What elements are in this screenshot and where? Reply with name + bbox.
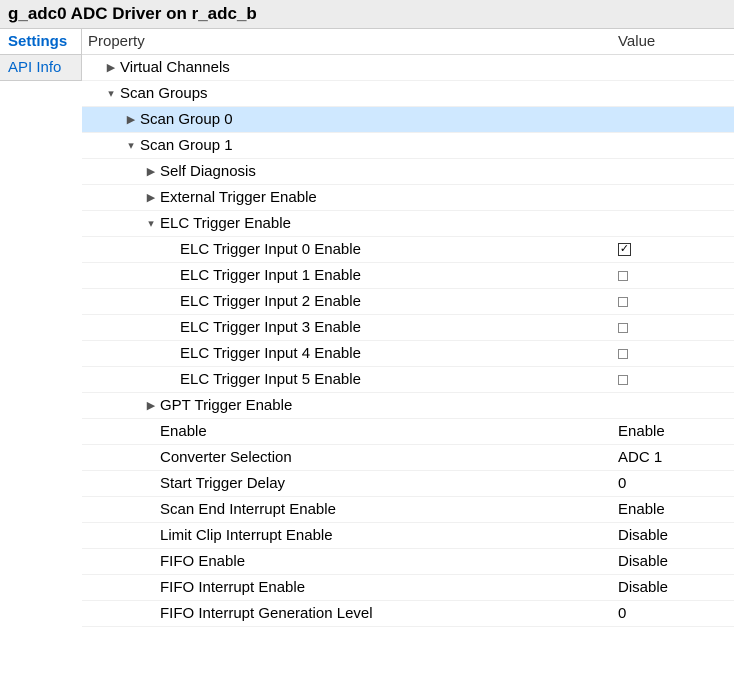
checkbox-unchecked-icon[interactable] [618, 349, 628, 359]
value-cell[interactable]: Disable [614, 527, 734, 544]
value-cell[interactable]: 0 [614, 475, 734, 492]
tree-label: Scan End Interrupt Enable [160, 501, 336, 518]
tree-label: GPT Trigger Enable [160, 397, 292, 414]
spacer: ▶ [164, 243, 178, 256]
spacer: ▶ [164, 295, 178, 308]
property-grid: Property Value ▶Virtual Channels ▾Scan G… [82, 29, 734, 627]
tree-label: Virtual Channels [120, 59, 230, 76]
tree-row-scan-groups[interactable]: ▾Scan Groups [82, 81, 734, 107]
column-header-property[interactable]: Property [82, 33, 614, 50]
chevron-down-icon[interactable]: ▾ [144, 217, 158, 230]
tree-label: ELC Trigger Enable [160, 215, 291, 232]
value-cell[interactable]: Disable [614, 553, 734, 570]
main-area: Settings API Info Property Value ▶Virtua… [0, 29, 734, 627]
chevron-right-icon[interactable]: ▶ [104, 61, 118, 74]
tree-row-scan-group-0[interactable]: ▶Scan Group 0 [82, 107, 734, 133]
sidebar: Settings API Info [0, 29, 82, 81]
tree-label: FIFO Enable [160, 553, 245, 570]
spacer: ▶ [144, 477, 158, 490]
tree-row-limit-clip-interrupt[interactable]: ▶Limit Clip Interrupt Enable Disable [82, 523, 734, 549]
tree-row-virtual-channels[interactable]: ▶Virtual Channels [82, 55, 734, 81]
tree-label: ELC Trigger Input 1 Enable [180, 267, 361, 284]
tree-label: ELC Trigger Input 5 Enable [180, 371, 361, 388]
chevron-right-icon[interactable]: ▶ [144, 191, 158, 204]
column-header-value[interactable]: Value [614, 33, 734, 50]
tree-label: Enable [160, 423, 207, 440]
tree-label: Start Trigger Delay [160, 475, 285, 492]
tree-row-fifo-interrupt-level[interactable]: ▶FIFO Interrupt Generation Level 0 [82, 601, 734, 627]
tree-row-elc-input-2[interactable]: ▶ELC Trigger Input 2 Enable [82, 289, 734, 315]
spacer: ▶ [164, 373, 178, 386]
tree-label: FIFO Interrupt Enable [160, 579, 305, 596]
tree-row-scan-end-interrupt[interactable]: ▶Scan End Interrupt Enable Enable [82, 497, 734, 523]
checkbox-unchecked-icon[interactable] [618, 297, 628, 307]
tree-label: Converter Selection [160, 449, 292, 466]
spacer: ▶ [164, 269, 178, 282]
tree-row-converter-selection[interactable]: ▶Converter Selection ADC 1 [82, 445, 734, 471]
value-cell[interactable]: Enable [614, 423, 734, 440]
spacer: ▶ [164, 347, 178, 360]
value-cell[interactable]: ADC 1 [614, 449, 734, 466]
tree-row-elc-input-5[interactable]: ▶ELC Trigger Input 5 Enable [82, 367, 734, 393]
tree-row-scan-group-1[interactable]: ▾Scan Group 1 [82, 133, 734, 159]
chevron-right-icon[interactable]: ▶ [144, 399, 158, 412]
tree-label: Scan Groups [120, 85, 208, 102]
spacer: ▶ [144, 555, 158, 568]
tree-row-elc-input-3[interactable]: ▶ELC Trigger Input 3 Enable [82, 315, 734, 341]
tree-row-gpt-trigger-enable[interactable]: ▶GPT Trigger Enable [82, 393, 734, 419]
spacer: ▶ [144, 503, 158, 516]
checkbox-unchecked-icon[interactable] [618, 271, 628, 281]
chevron-right-icon[interactable]: ▶ [144, 165, 158, 178]
tab-settings[interactable]: Settings [0, 29, 81, 55]
tree-label: Scan Group 1 [140, 137, 233, 154]
tree-label: ELC Trigger Input 2 Enable [180, 293, 361, 310]
tree-row-elc-input-0[interactable]: ▶ELC Trigger Input 0 Enable ✓ [82, 237, 734, 263]
tree-label: ELC Trigger Input 3 Enable [180, 319, 361, 336]
spacer: ▶ [144, 425, 158, 438]
tree-row-external-trigger-enable[interactable]: ▶External Trigger Enable [82, 185, 734, 211]
value-cell[interactable]: Enable [614, 501, 734, 518]
spacer: ▶ [144, 451, 158, 464]
tree-label: ELC Trigger Input 0 Enable [180, 241, 361, 258]
chevron-right-icon[interactable]: ▶ [124, 113, 138, 126]
value-cell[interactable]: Disable [614, 579, 734, 596]
tree-row-fifo-enable[interactable]: ▶FIFO Enable Disable [82, 549, 734, 575]
chevron-down-icon[interactable]: ▾ [124, 139, 138, 152]
tree-row-elc-trigger-enable[interactable]: ▾ELC Trigger Enable [82, 211, 734, 237]
tree-row-elc-input-4[interactable]: ▶ELC Trigger Input 4 Enable [82, 341, 734, 367]
tree-label: ELC Trigger Input 4 Enable [180, 345, 361, 362]
tab-api-info[interactable]: API Info [0, 55, 81, 81]
tree-row-enable[interactable]: ▶Enable Enable [82, 419, 734, 445]
tree-label: Limit Clip Interrupt Enable [160, 527, 333, 544]
tree-row-elc-input-1[interactable]: ▶ELC Trigger Input 1 Enable [82, 263, 734, 289]
spacer: ▶ [144, 581, 158, 594]
tree-label: Scan Group 0 [140, 111, 233, 128]
spacer: ▶ [144, 529, 158, 542]
spacer: ▶ [144, 607, 158, 620]
checkbox-unchecked-icon[interactable] [618, 323, 628, 333]
tree-label: FIFO Interrupt Generation Level [160, 605, 373, 622]
spacer: ▶ [164, 321, 178, 334]
value-cell[interactable]: 0 [614, 605, 734, 622]
checkbox-unchecked-icon[interactable] [618, 375, 628, 385]
column-header-row: Property Value [82, 29, 734, 55]
chevron-down-icon[interactable]: ▾ [104, 87, 118, 100]
tree-row-self-diagnosis[interactable]: ▶Self Diagnosis [82, 159, 734, 185]
tree-label: External Trigger Enable [160, 189, 317, 206]
panel-title: g_adc0 ADC Driver on r_adc_b [0, 0, 734, 29]
tree-row-fifo-interrupt-enable[interactable]: ▶FIFO Interrupt Enable Disable [82, 575, 734, 601]
checkbox-checked-icon[interactable]: ✓ [618, 243, 631, 256]
tree-label: Self Diagnosis [160, 163, 256, 180]
tree-row-start-trigger-delay[interactable]: ▶Start Trigger Delay 0 [82, 471, 734, 497]
